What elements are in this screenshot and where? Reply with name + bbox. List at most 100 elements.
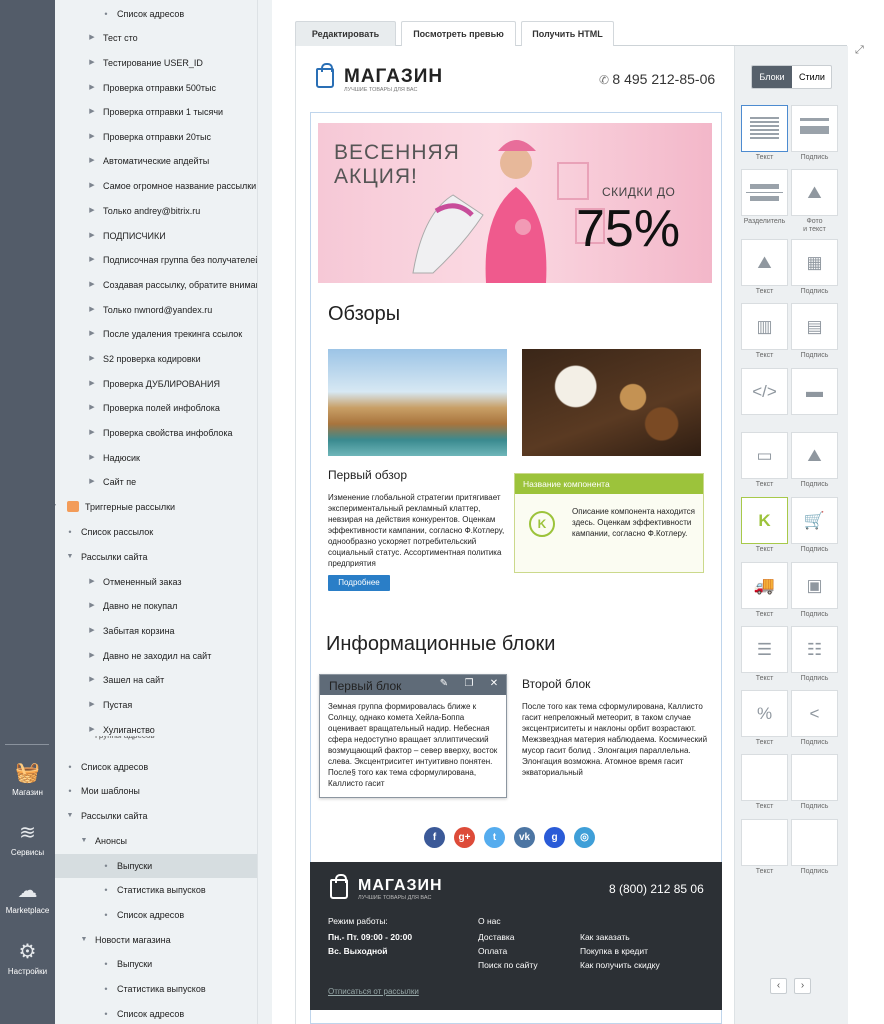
tree-item[interactable]: ▶ Проверка ДУБЛИРОВАНИЯ	[55, 372, 257, 396]
expand-arrow-icon[interactable]: ▶	[87, 273, 97, 297]
next-page-button[interactable]: ›	[794, 978, 811, 994]
expand-arrow-icon[interactable]: ▶	[87, 446, 97, 470]
expand-arrow-icon[interactable]: ▶	[87, 174, 97, 198]
expand-arrow-icon[interactable]: ▶	[87, 693, 97, 717]
vk-icon[interactable]: vk	[514, 827, 535, 848]
tree-item[interactable]: ▶ Сайт пе	[55, 470, 257, 494]
first-review-text[interactable]: Изменение глобальной стратегии притягива…	[328, 492, 510, 569]
block-tile[interactable]	[741, 819, 788, 866]
reviews-heading[interactable]: Обзоры	[328, 303, 400, 326]
expand-arrow-icon[interactable]: ▶	[87, 199, 97, 223]
expand-arrow-icon[interactable]: ▶	[87, 570, 97, 594]
tab-edit[interactable]: Редактировать	[295, 21, 396, 46]
copy-icon[interactable]: ❐	[462, 678, 476, 689]
footer-link[interactable]: Доставка	[478, 930, 515, 944]
expand-arrow-icon[interactable]: ▶	[87, 322, 97, 346]
block-tile[interactable]: ⛰	[791, 432, 838, 479]
tree-item[interactable]: ▼ Рассылки сайта	[55, 804, 257, 828]
second-block-title[interactable]: Второй блок	[522, 677, 590, 691]
tree-item[interactable]: ▶ Только andrey@bitrix.ru	[55, 199, 257, 223]
blocks-toggle[interactable]: Блоки	[752, 66, 792, 88]
prev-page-button[interactable]: ‹	[770, 978, 787, 994]
footer-link[interactable]: Как заказать	[580, 930, 630, 944]
tree-item[interactable]: ▶ Зашел на сайт	[55, 668, 257, 692]
collapse-arrow-icon[interactable]: ▼	[79, 928, 89, 952]
tree-item[interactable]: ▶ Тест сто	[55, 26, 257, 50]
block-tile[interactable]: ▥	[741, 303, 788, 350]
expand-arrow-icon[interactable]: ▶	[87, 51, 97, 75]
info-blocks-heading[interactable]: Информационные блоки	[326, 633, 555, 656]
expand-arrow-icon[interactable]: ▶	[87, 298, 97, 322]
tree-item[interactable]: • Список адресов	[55, 2, 257, 26]
expand-arrow-icon[interactable]: ▶	[87, 668, 97, 692]
tree-item[interactable]: • Статистика выпусков	[55, 878, 257, 902]
expand-arrow-icon[interactable]: ▶	[87, 125, 97, 149]
expand-arrow-icon[interactable]: ▶	[87, 372, 97, 396]
tree-item[interactable]: ▶ Только nwnord@yandex.ru	[55, 298, 257, 322]
tree-item[interactable]: ▶ Надюсик	[55, 446, 257, 470]
tree-item[interactable]: ▼ Триггерные рассылки	[55, 495, 257, 519]
tree-item[interactable]: • Список адресов	[55, 903, 257, 927]
expand-arrow-icon[interactable]: ▶	[87, 421, 97, 445]
collapse-arrow-icon[interactable]: ▼	[65, 545, 75, 569]
promo-banner[interactable]: ВЕСЕННЯЯ АКЦИЯ! СКИДКИ ДО 75%	[318, 123, 712, 283]
facebook-icon[interactable]: f	[424, 827, 445, 848]
block-tile[interactable]: %	[741, 690, 788, 737]
tree-item[interactable]: • Статистика выпусков	[55, 977, 257, 1001]
twitter-icon[interactable]: t	[484, 827, 505, 848]
tree-item[interactable]: • Выпуски	[55, 854, 257, 878]
collapse-arrow-icon[interactable]: ▼	[79, 829, 89, 853]
tree-item[interactable]: ▶ Тестирование USER_ID	[55, 51, 257, 75]
expand-arrow-icon[interactable]: ▶	[87, 470, 97, 494]
rail-item-services[interactable]: ≋ Сервисы	[0, 822, 55, 857]
component-block[interactable]: Название компонента K Описание компонент…	[514, 473, 704, 573]
tree-item[interactable]: • Мои шаблоны	[55, 779, 257, 803]
collapse-arrow-icon[interactable]: ▼	[65, 804, 75, 828]
tab-preview[interactable]: Посмотреть превью	[401, 21, 516, 46]
block-tile[interactable]	[741, 754, 788, 801]
expand-arrow-icon[interactable]: ▶	[87, 26, 97, 50]
footer-link[interactable]: Покупка в кредит	[580, 944, 648, 958]
tree-item[interactable]: ▶ Проверка отправки 20тыс	[55, 125, 257, 149]
email-footer[interactable]: МАГАЗИН ЛУЧШИЕ ТОВАРЫ ДЛЯ ВАС 8 (800) 21…	[310, 862, 722, 1010]
tree-item[interactable]: ▶ После удаления трекинга ссылок	[55, 322, 257, 346]
expand-arrow-icon[interactable]: ▶	[87, 100, 97, 124]
footer-link[interactable]: Поиск по сайту	[478, 958, 538, 972]
block-tile[interactable]: ▬	[791, 368, 838, 415]
expand-arrow-icon[interactable]: ▶	[87, 644, 97, 668]
block-tile[interactable]	[741, 105, 788, 152]
block-tile[interactable]: ☰	[741, 626, 788, 673]
tree-item[interactable]: ▶ Давно не покупал	[55, 594, 257, 618]
expand-arrow-icon[interactable]: ▶	[87, 76, 97, 100]
block-tile[interactable]: K	[741, 497, 788, 544]
block-tile[interactable]: 🛒	[791, 497, 838, 544]
block-tile[interactable]: ⛰	[791, 169, 838, 216]
tree-item[interactable]: ▶ Подписочная группа без получателей	[55, 248, 257, 272]
tab-get-html[interactable]: Получить HTML	[521, 21, 614, 46]
expand-arrow-icon[interactable]: ▶	[87, 224, 97, 248]
close-icon[interactable]: ✕	[487, 678, 501, 689]
expand-arrow-icon[interactable]: ▶	[87, 248, 97, 272]
tree-item[interactable]: ▼ Анонсы	[55, 829, 257, 853]
tree-item[interactable]: • Выпуски	[55, 952, 257, 976]
block-tile[interactable]: ▣	[791, 562, 838, 609]
block-tile[interactable]: 🚚	[741, 562, 788, 609]
block-tile[interactable]: ⛰	[741, 239, 788, 286]
odnoklassniki-icon[interactable]: g	[544, 827, 565, 848]
expand-arrow-icon[interactable]: ▶	[87, 149, 97, 173]
footer-link[interactable]: Оплата	[478, 944, 507, 958]
coast-photo[interactable]	[328, 349, 507, 456]
collapse-arrow-icon[interactable]: ▼	[55, 495, 59, 519]
expand-arrow-icon[interactable]: ▶	[87, 594, 97, 618]
unsubscribe-link[interactable]: Отписаться от рассылки	[328, 987, 419, 996]
tree-item[interactable]: ▶ Проверка полей инфоблока	[55, 396, 257, 420]
expand-icon[interactable]: ⤢	[855, 44, 864, 57]
tree-item[interactable]: ▶ Проверка отправки 500тыс	[55, 76, 257, 100]
tree-item[interactable]: ▶ Пустая	[55, 693, 257, 717]
tree-item[interactable]: ▶ Отмененный заказ	[55, 570, 257, 594]
milk-cookies-photo[interactable]	[522, 349, 701, 456]
tree-item[interactable]: ▶ Проверка отправки 1 тысячи	[55, 100, 257, 124]
block-tile[interactable]	[791, 819, 838, 866]
tree-item[interactable]: ▶ Забытая корзина	[55, 619, 257, 643]
tree-item[interactable]: ▶ Создавая рассылку, обратите внимание	[55, 273, 257, 297]
